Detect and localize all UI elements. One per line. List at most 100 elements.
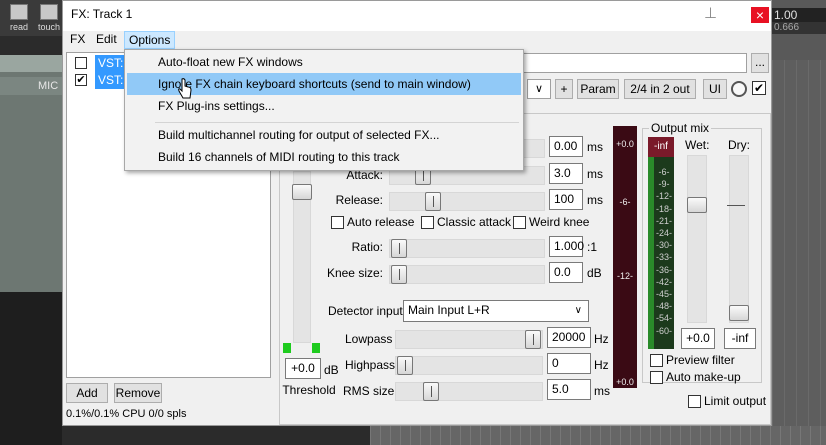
dry-slider[interactable] xyxy=(729,155,749,323)
highpass-slider[interactable] xyxy=(395,356,543,375)
menubar: FX Edit Options xyxy=(63,29,771,49)
threshold-unit: dB xyxy=(324,363,339,377)
output-meter-tick: -33- xyxy=(655,252,672,262)
ui-button[interactable]: UI xyxy=(703,79,727,99)
menu-item-build-multichannel[interactable]: Build multichannel routing for output of… xyxy=(127,124,521,146)
detector-select[interactable]: Main Input L+R ∨ xyxy=(403,300,589,322)
output-meter-tick: -30- xyxy=(655,240,672,250)
knee-slider[interactable] xyxy=(389,265,545,284)
add-preset-button[interactable]: + xyxy=(555,79,573,99)
lowpass-slider[interactable] xyxy=(395,330,543,349)
auto-makeup-label: Auto make-up xyxy=(666,370,741,384)
rms-slider[interactable] xyxy=(395,382,543,401)
lowpass-slider-thumb[interactable] xyxy=(525,330,541,349)
output-meter-tick: -45- xyxy=(655,289,672,299)
release-field[interactable]: 100 xyxy=(549,189,583,210)
output-meter-tick: -54- xyxy=(655,313,672,323)
window-title: FX: Track 1 xyxy=(71,7,133,21)
output-meter-tick: -36- xyxy=(655,265,672,275)
output-meter-tick: -48- xyxy=(655,301,672,311)
auto-release-label: Auto release xyxy=(347,215,415,229)
output-meter-tick: -60- xyxy=(655,326,672,336)
classic-attack-checkbox[interactable] xyxy=(421,216,434,229)
dry-field[interactable]: -inf xyxy=(724,328,756,349)
preset-menu-button[interactable]: ... xyxy=(751,53,769,73)
close-button[interactable]: × xyxy=(751,7,769,23)
preview-filter-checkbox[interactable] xyxy=(650,354,663,367)
menu-options[interactable]: Options xyxy=(124,31,176,49)
limit-output-label: Limit output xyxy=(704,394,767,408)
io-routing-button[interactable]: 2/4 in 2 out xyxy=(624,79,696,99)
threshold-field[interactable]: +0.0 xyxy=(285,358,321,379)
ratio-label: Ratio: xyxy=(351,240,383,254)
timeline-timecode: 1.00 xyxy=(772,8,826,22)
attack-unit: ms xyxy=(587,167,603,181)
daw-grid xyxy=(772,60,826,445)
lowpass-field[interactable]: 20000 xyxy=(547,327,591,348)
param-button[interactable]: Param xyxy=(577,79,619,99)
menu-item-auto-float[interactable]: Auto-float new FX windows xyxy=(127,51,521,73)
pin-icon[interactable]: ⊥ xyxy=(704,4,720,22)
highpass-field[interactable]: 0 xyxy=(547,353,591,374)
ratio-field[interactable]: 1.000 xyxy=(549,236,584,257)
cpu-status: 0.1%/0.1% CPU 0/0 spls xyxy=(66,408,187,420)
output-peak-readout: -inf xyxy=(648,137,674,157)
wet-field[interactable]: +0.0 xyxy=(681,328,715,349)
automation-read-button[interactable]: read xyxy=(6,4,32,34)
ratio-slider-thumb[interactable] xyxy=(391,239,407,258)
knee-unit: dB xyxy=(587,266,602,280)
output-meter-tick: -42- xyxy=(655,277,672,287)
lowpass-unit: Hz xyxy=(594,332,609,346)
weird-knee-checkbox[interactable] xyxy=(513,216,526,229)
knee-label: Knee size: xyxy=(326,266,383,280)
detector-value: Main Input L+R xyxy=(408,303,490,317)
wet-knob-icon[interactable] xyxy=(731,81,747,97)
menu-separator xyxy=(155,122,519,123)
hand-cursor-icon xyxy=(178,78,192,99)
track-input-label: MIC xyxy=(0,77,62,95)
auto-release-checkbox[interactable] xyxy=(331,216,344,229)
title-bar[interactable]: FX: Track 1 ⊥ × xyxy=(63,1,771,31)
automation-touch-button[interactable]: touch xyxy=(36,4,62,34)
timeline-subtime: 0.666 xyxy=(772,22,826,34)
touch-icon xyxy=(40,4,58,20)
chevron-down-icon: ∨ xyxy=(574,305,582,316)
preview-filter-label: Preview filter xyxy=(666,353,735,367)
preset-dropdown[interactable]: ∨ xyxy=(527,79,551,99)
wet-slider[interactable] xyxy=(687,155,707,323)
release-slider[interactable] xyxy=(389,192,545,211)
limit-output-checkbox[interactable] xyxy=(688,395,701,408)
wet-slider-thumb[interactable] xyxy=(687,197,707,213)
knee-field[interactable]: 0.0 xyxy=(549,262,583,283)
menu-fx[interactable]: FX xyxy=(66,31,89,49)
meter-tick-label: +0.0 xyxy=(616,139,634,149)
threshold-meter-left xyxy=(283,343,291,353)
gain-reduction-meter xyxy=(613,126,637,388)
rms-field[interactable]: 5.0 xyxy=(547,379,591,400)
fx-enable-checkbox[interactable] xyxy=(75,57,87,69)
output-meter-tick: -6- xyxy=(658,167,670,177)
menu-edit[interactable]: Edit xyxy=(92,31,121,49)
read-label: read xyxy=(9,22,28,32)
daw-track-panel xyxy=(0,72,62,292)
highpass-slider-thumb[interactable] xyxy=(397,356,413,375)
precomp-field[interactable]: 0.00 xyxy=(549,136,583,157)
fx-enable-checkbox[interactable]: ✔ xyxy=(75,74,87,86)
output-meter-tick: -9- xyxy=(658,179,670,189)
output-meter-fill xyxy=(648,157,654,349)
add-fx-button[interactable]: Add xyxy=(66,383,108,403)
threshold-slider-thumb[interactable] xyxy=(292,184,312,200)
remove-fx-button[interactable]: Remove xyxy=(114,383,162,403)
rms-slider-thumb[interactable] xyxy=(423,382,439,401)
meter-tick-label: -12- xyxy=(616,271,633,281)
dry-slider-thumb[interactable] xyxy=(729,305,749,321)
attack-field[interactable]: 3.0 xyxy=(549,163,583,184)
auto-makeup-checkbox[interactable] xyxy=(650,371,663,384)
ratio-slider[interactable] xyxy=(389,239,545,258)
release-slider-thumb[interactable] xyxy=(425,192,441,211)
release-label: Release: xyxy=(335,193,383,207)
knee-slider-thumb[interactable] xyxy=(391,265,407,284)
bypass-checkbox[interactable]: ✔ xyxy=(752,81,766,95)
rms-unit: ms xyxy=(594,384,610,398)
menu-item-build-midi-routing[interactable]: Build 16 channels of MIDI routing to thi… xyxy=(127,146,521,168)
